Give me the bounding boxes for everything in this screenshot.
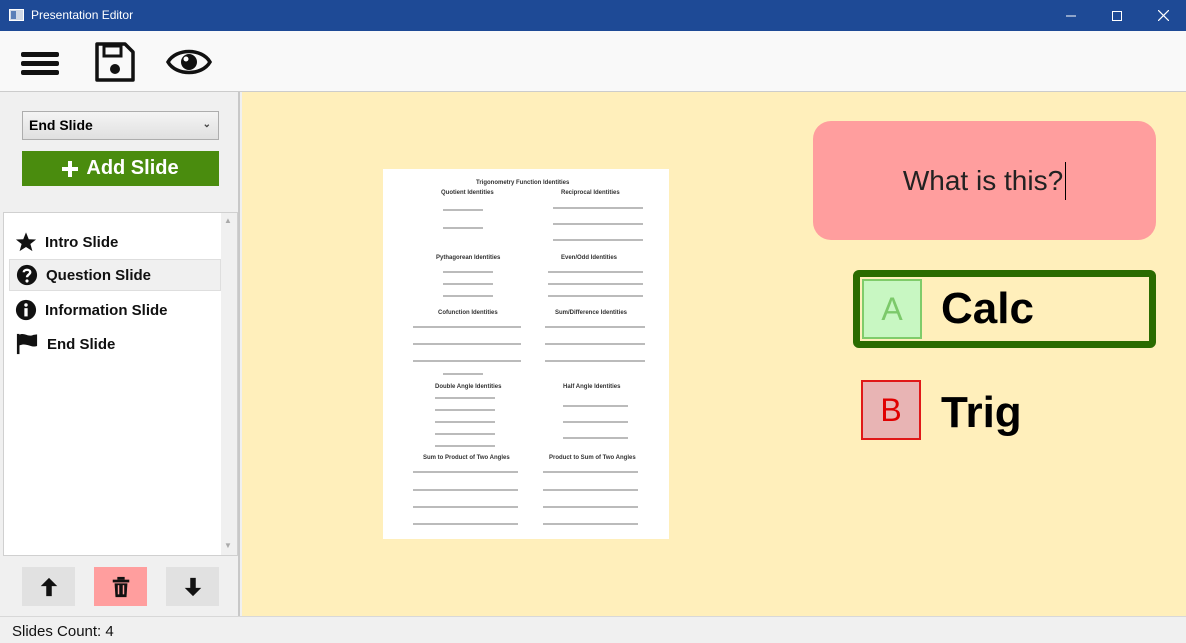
slide-list[interactable]: Intro Slide Question Slide Information S… xyxy=(3,212,238,556)
plus-icon xyxy=(62,160,79,177)
question-text-box[interactable]: What is this? xyxy=(813,121,1156,240)
window-title: Presentation Editor xyxy=(31,8,134,22)
image-section-heading: Sum/Difference Identities xyxy=(555,310,628,316)
scroll-up-icon[interactable]: ▲ xyxy=(224,216,232,225)
answer-letter: B xyxy=(861,380,921,440)
close-icon xyxy=(1157,10,1169,21)
slide-image[interactable]: Trigonometry Function Identities Quotien… xyxy=(383,169,669,539)
slide-item-label: Information Slide xyxy=(45,301,168,319)
minimize-icon xyxy=(1066,15,1076,16)
slide-item-label: Question Slide xyxy=(46,266,152,284)
preview-eye-icon xyxy=(165,49,213,75)
image-section-heading: Double Angle Identities xyxy=(435,384,502,390)
slide-canvas[interactable]: Trigonometry Function Identities Quotien… xyxy=(242,92,1186,616)
image-section-heading: Cofunction Identities xyxy=(438,310,498,316)
close-button[interactable] xyxy=(1140,0,1186,31)
slide-item-label: End Slide xyxy=(47,335,116,353)
slide-item-information[interactable]: Information Slide xyxy=(9,294,221,326)
trash-icon xyxy=(112,576,129,597)
slide-item-label: Intro Slide xyxy=(45,233,119,251)
add-slide-button[interactable]: Add Slide xyxy=(22,151,219,186)
image-section-heading: Reciprocal Identities xyxy=(561,190,620,196)
arrow-down-icon xyxy=(184,577,201,596)
image-section-heading: Sum to Product of Two Angles xyxy=(423,455,510,461)
save-button[interactable] xyxy=(92,40,138,84)
answer-text[interactable]: Trig xyxy=(941,388,1022,438)
minimize-button[interactable] xyxy=(1048,0,1094,31)
image-section-heading: Pythagorean Identities xyxy=(436,255,501,261)
toolbar xyxy=(0,31,1186,92)
status-bar: Slides Count: 4 xyxy=(0,616,1186,643)
delete-slide-button[interactable] xyxy=(94,567,147,606)
slide-item-question[interactable]: Question Slide xyxy=(9,259,221,291)
maximize-button[interactable] xyxy=(1094,0,1140,31)
slide-type-select-value: End Slide xyxy=(29,117,93,133)
question-circle-icon xyxy=(16,264,38,286)
answer-a[interactable]: A Calc xyxy=(853,270,1156,348)
image-section-heading: Even/Odd Identities xyxy=(561,255,618,261)
answer-b[interactable]: B Trig xyxy=(853,380,1156,458)
move-down-button[interactable] xyxy=(166,567,219,606)
image-section-heading: Quotient Identities xyxy=(441,190,494,196)
star-icon xyxy=(15,232,37,252)
move-up-button[interactable] xyxy=(22,567,75,606)
add-slide-label: Add Slide xyxy=(86,157,179,179)
maximize-icon xyxy=(1112,10,1122,21)
slide-item-end[interactable]: End Slide xyxy=(9,328,221,360)
preview-button[interactable] xyxy=(165,40,213,84)
arrow-up-icon xyxy=(40,577,57,596)
slide-list-scrollbar[interactable]: ▲ ▼ xyxy=(221,213,237,555)
slide-item-intro[interactable]: Intro Slide xyxy=(9,226,221,258)
slides-count: Slides Count: 4 xyxy=(12,623,114,640)
sidebar: End Slide ⌄ Add Slide Intro Slide Questi… xyxy=(0,92,240,616)
menu-icon xyxy=(21,52,59,75)
app-icon xyxy=(9,9,24,21)
info-circle-icon xyxy=(15,299,37,321)
save-icon xyxy=(95,42,135,82)
answer-text[interactable]: Calc xyxy=(941,284,1034,334)
scroll-down-icon[interactable]: ▼ xyxy=(224,541,232,550)
flag-icon xyxy=(16,333,38,355)
title-bar: Presentation Editor xyxy=(0,0,1186,31)
image-section-heading: Product to Sum of Two Angles xyxy=(549,455,636,461)
question-text[interactable]: What is this? xyxy=(903,165,1063,197)
image-title: Trigonometry Function Identities xyxy=(476,180,570,186)
text-caret xyxy=(1065,161,1067,200)
menu-button[interactable] xyxy=(17,40,63,84)
slide-type-select[interactable]: End Slide ⌄ xyxy=(22,111,219,140)
image-section-heading: Half Angle Identities xyxy=(563,384,621,390)
answer-letter: A xyxy=(862,279,922,339)
chevron-down-icon: ⌄ xyxy=(202,119,211,130)
